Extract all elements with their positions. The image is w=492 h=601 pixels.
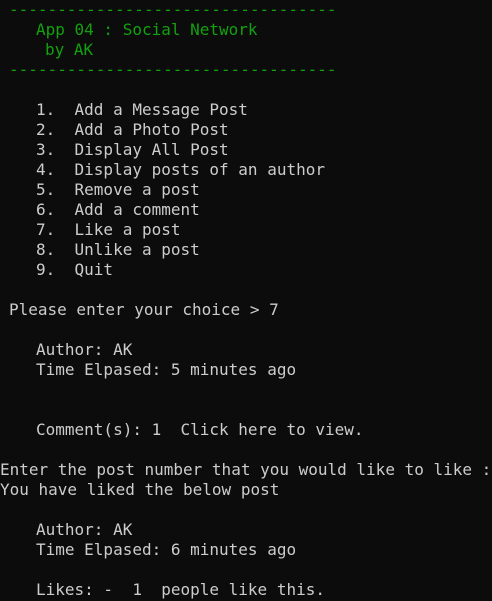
liked-post-likes: Likes: - 1 people like this. xyxy=(36,580,325,599)
post-author: Author: AK xyxy=(36,340,133,359)
menu-item-display-author: 4. Display posts of an author xyxy=(36,160,325,179)
post-comments: Comment(s): 1 Click here to view. xyxy=(36,420,364,439)
post-time-elapsed: Time Elpased: 5 minutes ago xyxy=(36,360,297,379)
console-window: ---------------------------------- App 0… xyxy=(0,0,492,601)
menu-item-unlike-post: 8. Unlike a post xyxy=(36,240,200,259)
app-title: App 04 : Social Network xyxy=(36,20,258,39)
menu-item-add-comment: 6. Add a comment xyxy=(36,200,200,219)
liked-post-time-elapsed: Time Elpased: 6 minutes ago xyxy=(36,540,297,559)
app-byline: by AK xyxy=(45,40,94,59)
menu-item-add-message: 1. Add a Message Post xyxy=(36,100,248,119)
header-rule-bottom: ---------------------------------- xyxy=(9,60,337,79)
menu-item-quit: 9. Quit xyxy=(36,260,114,279)
choice-prompt: Please enter your choice > 7 xyxy=(9,300,279,319)
liked-post-author: Author: AK xyxy=(36,520,133,539)
like-confirmation: You have liked the below post xyxy=(0,480,280,499)
menu-item-add-photo: 2. Add a Photo Post xyxy=(36,120,229,139)
menu-item-remove-post: 5. Remove a post xyxy=(36,180,200,199)
like-post-prompt: Enter the post number that you would lik… xyxy=(0,460,492,479)
menu-item-like-post: 7. Like a post xyxy=(36,220,181,239)
menu-item-display-all: 3. Display All Post xyxy=(36,140,229,159)
header-rule-top: ---------------------------------- xyxy=(9,0,337,19)
